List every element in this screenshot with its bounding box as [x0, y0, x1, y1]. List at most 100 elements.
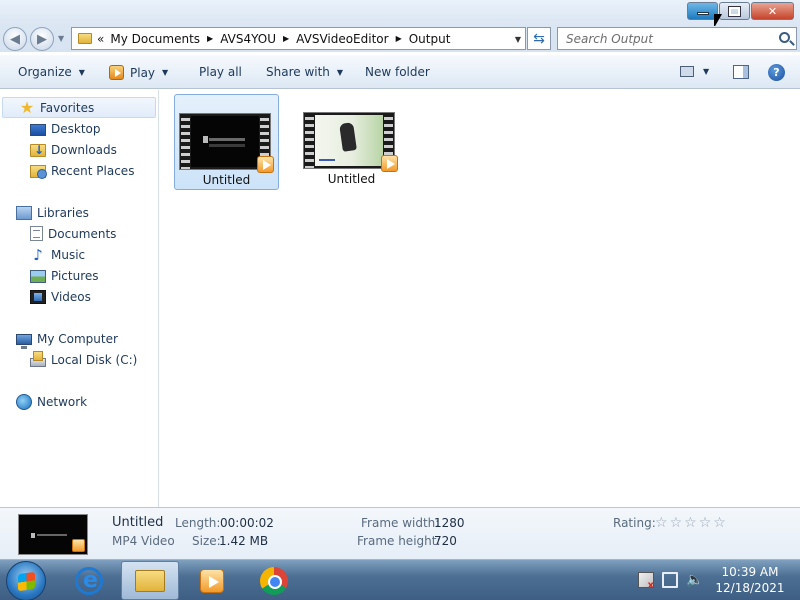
video-thumbnail	[179, 113, 274, 173]
details-frame-width-label: Frame width:	[361, 516, 440, 530]
nav-item-label: Recent Places	[51, 163, 135, 178]
clock-time: 10:39 AM	[721, 565, 779, 579]
videos-icon	[30, 290, 46, 304]
chevron-down-icon: ▼	[78, 67, 85, 77]
windows-explorer-icon	[135, 569, 165, 592]
breadcrumb-avsvideoeditor[interactable]: AVSVideoEditor	[296, 32, 388, 46]
nav-item-recent-places[interactable]: Recent Places	[30, 160, 134, 181]
rating-star-icon[interactable]: ☆	[684, 515, 697, 531]
video-file-icon	[381, 155, 398, 172]
breadcrumb-overflow[interactable]: «	[97, 32, 104, 46]
forward-button[interactable]: ▶	[30, 27, 54, 51]
details-frame-width-value: 1280	[434, 516, 465, 530]
local-disk-icon	[30, 350, 46, 367]
nav-item-pictures[interactable]: Pictures	[30, 265, 99, 286]
nav-item-label: Pictures	[51, 268, 99, 283]
action-center-icon[interactable]	[638, 572, 654, 591]
search-icon[interactable]	[779, 32, 790, 43]
recent-places-icon	[30, 165, 47, 179]
play-label: Play	[130, 65, 156, 80]
internet-explorer-icon	[75, 566, 103, 595]
nav-network[interactable]: Network	[16, 391, 87, 412]
breadcrumb-separator-icon[interactable]: ▶	[283, 34, 289, 43]
address-bar[interactable]: « My Documents ▶ AVS4YOU ▶ AVSVideoEdito…	[71, 27, 526, 50]
file-item[interactable]: Untitled	[299, 94, 404, 190]
change-view-icon[interactable]	[680, 66, 694, 77]
file-item[interactable]: Untitled	[174, 94, 279, 190]
nav-item-local-disk[interactable]: Local Disk (C:)	[30, 349, 137, 370]
details-frame-height-label: Frame height:	[357, 534, 441, 548]
title-bar: ✕	[0, 0, 800, 26]
file-name: Untitled	[202, 173, 251, 187]
nav-my-computer[interactable]: My Computer	[16, 328, 118, 349]
close-button[interactable]: ✕	[751, 2, 794, 20]
volume-icon[interactable]: 🔈	[686, 572, 703, 588]
breadcrumb-output[interactable]: Output	[409, 32, 451, 46]
nav-item-label: Desktop	[51, 121, 101, 136]
new-folder-button[interactable]: New folder	[365, 65, 430, 79]
breadcrumb-avs4you[interactable]: AVS4YOU	[220, 32, 276, 46]
search-box[interactable]	[557, 27, 797, 50]
nav-network-label: Network	[37, 394, 88, 409]
new-folder-label: New folder	[365, 65, 430, 79]
rating-star-icon[interactable]: ☆	[655, 515, 668, 531]
taskbar-windows-explorer[interactable]	[121, 561, 179, 600]
taskbar-avs-video-editor[interactable]	[183, 561, 241, 600]
rating-star-icon[interactable]: ☆	[670, 515, 683, 531]
network-status-icon[interactable]	[662, 572, 678, 588]
video-file-icon	[72, 539, 85, 552]
play-button[interactable]: Play ▼	[109, 65, 168, 80]
nav-item-videos[interactable]: Videos	[30, 286, 91, 307]
nav-item-label: Downloads	[51, 142, 117, 157]
pictures-icon	[30, 270, 46, 283]
nav-item-documents[interactable]: Documents	[30, 223, 116, 244]
details-length-value: 00:00:02	[220, 516, 274, 530]
view-options-dropdown-icon[interactable]: ▼	[703, 67, 709, 76]
system-clock[interactable]: 10:39 AM 12/18/2021	[708, 564, 792, 596]
start-button[interactable]	[6, 561, 46, 600]
system-tray: 🔈	[638, 572, 703, 591]
back-button[interactable]: ◀	[3, 27, 27, 51]
recent-pages-dropdown[interactable]: ▼	[58, 34, 64, 43]
network-icon	[16, 393, 32, 410]
refresh-button[interactable]: ⇆	[527, 27, 551, 50]
chevron-down-icon: ▼	[336, 67, 344, 77]
details-size-label: Size:	[192, 534, 221, 548]
play-icon	[109, 65, 124, 80]
address-row: ◀ ▶ ▼ « My Documents ▶ AVS4YOU ▶ AVSVide…	[0, 26, 800, 52]
help-icon[interactable]: ?	[768, 64, 785, 81]
video-thumbnail	[303, 112, 398, 172]
nav-favorites[interactable]: ★ Favorites	[2, 97, 156, 118]
nav-libraries[interactable]: Libraries	[16, 202, 89, 223]
breadcrumb-separator-icon[interactable]: ▶	[396, 34, 402, 43]
rating-star-icon[interactable]: ☆	[699, 515, 712, 531]
play-all-button[interactable]: Play all	[199, 65, 242, 79]
close-icon: ✕	[767, 4, 778, 18]
rating-stars[interactable]: ☆ ☆ ☆ ☆ ☆	[655, 515, 726, 531]
search-input[interactable]	[566, 31, 771, 46]
nav-item-label: Documents	[48, 226, 117, 241]
file-list[interactable]: Untitled Untitled	[160, 90, 800, 507]
taskbar-chrome[interactable]	[245, 561, 303, 600]
nav-item-downloads[interactable]: Downloads	[30, 139, 117, 160]
rating-star-icon[interactable]: ☆	[713, 515, 726, 531]
video-frame	[191, 116, 259, 167]
star-icon: ★	[19, 97, 35, 117]
breadcrumb-separator-icon[interactable]: ▶	[207, 34, 213, 43]
organize-button[interactable]: Organize ▼	[18, 65, 85, 79]
chevron-down-icon[interactable]: ▼	[162, 68, 168, 77]
preview-pane-icon[interactable]	[733, 65, 749, 79]
taskbar: 🔈 10:39 AM 12/18/2021	[0, 559, 800, 600]
nav-item-desktop[interactable]: Desktop	[30, 118, 101, 139]
nav-item-music[interactable]: ♪ Music	[30, 244, 85, 265]
taskbar-internet-explorer[interactable]	[60, 561, 118, 600]
forward-arrow-icon: ▶	[37, 31, 47, 47]
address-dropdown-icon[interactable]: ▼	[515, 35, 521, 44]
navigation-pane: ★ Favorites Desktop Downloads Recent Pla…	[0, 90, 159, 507]
film-strip	[181, 114, 190, 169]
share-with-button[interactable]: Share with ▼	[266, 65, 343, 79]
nav-item-label: Music	[51, 247, 86, 262]
restore-button[interactable]	[719, 2, 750, 20]
details-file-type: MP4 Video	[112, 534, 175, 548]
breadcrumb-my-documents[interactable]: My Documents	[110, 32, 200, 46]
